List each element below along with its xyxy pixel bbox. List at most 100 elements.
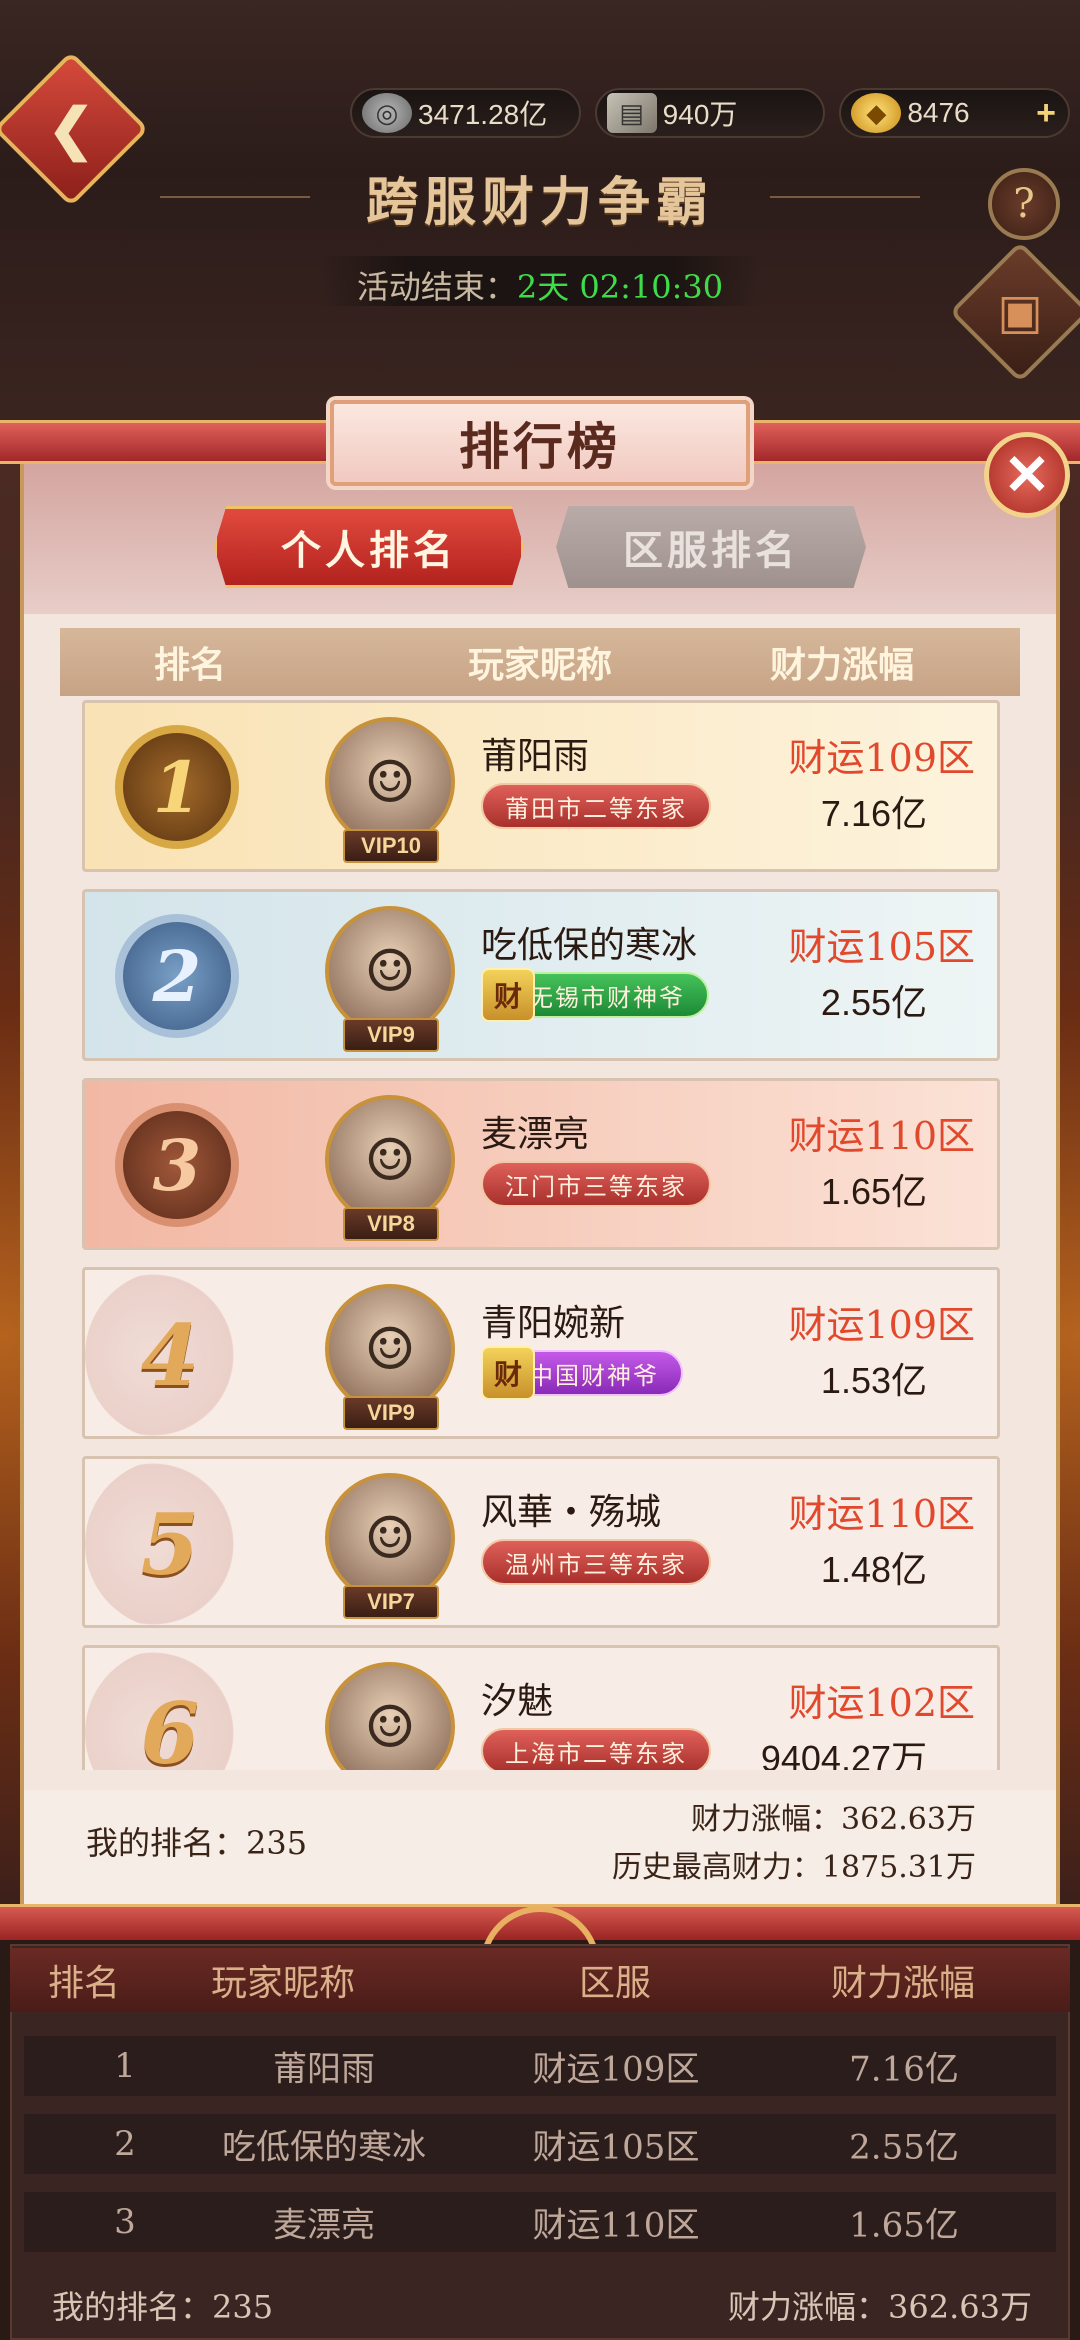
column-rank: 排名 (154, 644, 227, 686)
close-button[interactable]: ✕ (984, 432, 1070, 518)
summary-rank: 1 (114, 2046, 136, 2086)
gift-icon: ▣ (997, 284, 1043, 340)
ranking-row[interactable]: 6 ☺ 汐魅 上海市二等东家 财运102区 9404.27万 (82, 1645, 1000, 1770)
player-name: 麦漂亮 (481, 1114, 590, 1155)
summary-column-server: 区服 (578, 1963, 652, 2004)
player-title-badge: 无锡市财神爷 (505, 972, 709, 1018)
player-wealth-gain: 1.48亿 (820, 1549, 927, 1590)
rank-number: 5 (85, 1459, 255, 1629)
panel-title: 排行榜 (330, 400, 750, 486)
summary-my-gain: 财力涨幅：362.63万 (728, 2288, 1032, 2326)
my-history-max: 历史最高财力：1875.31万 (611, 1850, 976, 1885)
help-button[interactable]: ? (988, 168, 1060, 240)
ranking-row[interactable]: 5 ☺ VIP7 风華・殇城 温州市三等东家 财运110区 1.48亿 (82, 1456, 1000, 1629)
my-rank: 我的排名：235 (86, 1824, 308, 1862)
avatar[interactable]: ☺ (325, 906, 455, 1036)
page-title: 跨服财力争霸 (365, 172, 714, 233)
summary-my-rank: 我的排名：235 (52, 2288, 274, 2326)
scroll-value: 940万 (662, 99, 738, 130)
vip-badge: VIP8 (343, 1207, 439, 1241)
summary-server: 财运105区 (532, 2127, 700, 2168)
avatar[interactable]: ☺ (325, 1473, 455, 1603)
event-timer: 活动结束：2天 02:10:30 (0, 262, 1080, 308)
summary-table-header: 排名 玩家昵称 区服 财力涨幅 (10, 1948, 1070, 2012)
player-name: 风華・殇城 (481, 1492, 662, 1533)
summary-row: 2 吃低保的寒冰 财运105区 2.55亿 (24, 2114, 1056, 2174)
player-name: 汐魅 (481, 1681, 554, 1722)
avatar[interactable]: ☺ (325, 1095, 455, 1225)
vip-badge: VIP10 (343, 829, 439, 863)
wealth-god-icon: 财 (481, 968, 535, 1022)
rank-3-medal-icon: 3 (115, 1103, 239, 1227)
summary-rank: 3 (114, 2202, 136, 2242)
rank-number: 4 (85, 1270, 255, 1440)
player-title-badge: 莆田市二等东家 (481, 783, 711, 829)
silver-coin-icon: ◎ (362, 93, 412, 133)
summary-name: 麦漂亮 (273, 2205, 375, 2246)
summary-name: 吃低保的寒冰 (222, 2127, 426, 2168)
player-server: 财运109区 (788, 1303, 975, 1347)
avatar[interactable]: ☺ (325, 1662, 455, 1770)
summary-wealth: 7.16亿 (849, 2049, 959, 2090)
ranking-row[interactable]: 1 ☺ VIP10 莆阳雨 莆田市二等东家 财运109区 7.16亿 (82, 700, 1000, 872)
player-title-badge: 温州市三等东家 (481, 1539, 711, 1585)
vip-badge: VIP9 (343, 1018, 439, 1052)
ranking-row[interactable]: 4 ☺ VIP9 青阳婉新 财 中国财神爷 财运109区 1.53亿 (82, 1267, 1000, 1440)
summary-server: 财运110区 (532, 2205, 700, 2246)
player-server: 财运102区 (788, 1681, 975, 1725)
gold-value: 8476 (907, 97, 970, 128)
wealth-god-icon: 财 (481, 1346, 535, 1400)
timer-label: 活动结束： (356, 268, 517, 306)
close-icon: ✕ (1003, 442, 1051, 508)
silver-value: 3471.28亿 (418, 99, 548, 130)
question-icon: ? (1013, 181, 1035, 227)
add-gold-icon[interactable]: + (1036, 94, 1056, 133)
summary-wealth: 1.65亿 (849, 2205, 959, 2246)
summary-column-rank: 排名 (47, 1963, 121, 2004)
resource-gold: ◆ 8476 + (839, 88, 1071, 138)
summary-column-nickname: 玩家昵称 (210, 1963, 356, 2004)
rank-2-medal-icon: 2 (115, 914, 239, 1038)
player-wealth-gain: 1.65亿 (820, 1171, 927, 1212)
my-wealth-gain: 财力涨幅：362.63万 (691, 1802, 976, 1837)
player-name: 青阳婉新 (481, 1303, 626, 1344)
summary-rank: 2 (114, 2124, 136, 2164)
ranking-row[interactable]: 2 ☺ VIP9 吃低保的寒冰 财 无锡市财神爷 财运105区 2.55亿 (82, 889, 1000, 1061)
rank-number: 6 (85, 1648, 255, 1770)
ranking-row[interactable]: 3 ☺ VIP8 麦漂亮 江门市三等东家 财运110区 1.65亿 (82, 1078, 1000, 1250)
ranking-column-header: 排名 玩家昵称 财力涨幅 (60, 628, 1020, 696)
summary-row: 3 麦漂亮 财运110区 1.65亿 (24, 2192, 1056, 2252)
player-name: 吃低保的寒冰 (481, 925, 698, 966)
summary-wealth: 2.55亿 (849, 2127, 959, 2168)
summary-column-wealth: 财力涨幅 (830, 1963, 976, 2004)
tab-server-ranking[interactable]: 区服排名 (556, 506, 866, 588)
vip-badge: VIP7 (343, 1585, 439, 1619)
player-name: 莆阳雨 (481, 736, 590, 777)
summary-name: 莆阳雨 (273, 2049, 375, 2090)
player-wealth-gain: 9404.27万 (760, 1738, 927, 1770)
player-server: 财运110区 (788, 1492, 975, 1536)
panel-header-area (24, 464, 1056, 614)
player-server: 财运110区 (788, 1114, 975, 1158)
player-wealth-gain: 1.53亿 (820, 1360, 927, 1401)
avatar[interactable]: ☺ (325, 1284, 455, 1414)
player-title-badge: 江门市三等东家 (481, 1161, 711, 1207)
rank-1-medal-icon: 1 (115, 725, 239, 849)
column-nickname: 玩家昵称 (468, 644, 613, 686)
tab-personal-ranking[interactable]: 个人排名 (214, 506, 524, 588)
timer-value: 2天 02:10:30 (516, 268, 724, 306)
ranking-list[interactable]: 1 ☺ VIP10 莆阳雨 莆田市二等东家 财运109区 7.16亿 2 ☺ V… (70, 700, 1000, 1770)
column-wealth-gain: 财力涨幅 (770, 644, 915, 686)
avatar[interactable]: ☺ (325, 717, 455, 847)
player-server: 财运109区 (788, 736, 975, 780)
summary-row: 1 莆阳雨 财运109区 7.16亿 (24, 2036, 1056, 2096)
gold-ingot-icon: ◆ (851, 93, 902, 133)
player-wealth-gain: 7.16亿 (820, 793, 927, 834)
player-wealth-gain: 2.55亿 (820, 982, 927, 1023)
player-title-badge: 上海市二等东家 (481, 1728, 711, 1770)
summary-server: 财运109区 (532, 2049, 700, 2090)
scroll-icon: ▤ (606, 93, 657, 133)
resource-silver: ◎ 3471.28亿 (350, 88, 581, 138)
resource-scroll: ▤ 940万 (594, 88, 826, 138)
player-server: 财运105区 (788, 925, 975, 969)
